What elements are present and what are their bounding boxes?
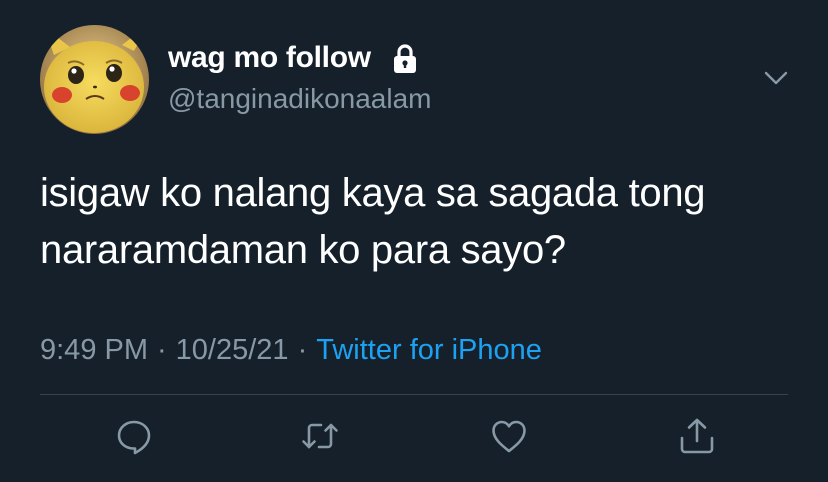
user-handle[interactable]: @tanginadikonaalam bbox=[168, 82, 431, 116]
tweet-card: wag mo follow @tanginadikonaalam isigaw … bbox=[0, 0, 828, 482]
retweet-icon bbox=[302, 423, 338, 449]
tweet-text: isigaw ko nalang kaya sa sagada tong nar… bbox=[40, 165, 800, 279]
comment-icon bbox=[117, 420, 151, 455]
share-icon bbox=[680, 418, 714, 454]
meta-separator: · bbox=[157, 334, 167, 366]
share-button[interactable] bbox=[677, 416, 717, 456]
tweet-text-line: isigaw ko nalang kaya sa sagada tong bbox=[40, 171, 706, 215]
tweet-time[interactable]: 9:49 PM bbox=[40, 334, 148, 366]
like-button[interactable] bbox=[489, 416, 529, 456]
meta-separator: · bbox=[297, 334, 308, 366]
tweet-source-link[interactable]: Twitter for iPhone bbox=[316, 334, 542, 366]
avatar[interactable] bbox=[40, 25, 149, 134]
divider bbox=[40, 394, 788, 395]
reply-button[interactable] bbox=[114, 416, 154, 456]
heart-icon bbox=[492, 420, 526, 453]
retweet-button[interactable] bbox=[300, 416, 340, 456]
lock-icon bbox=[394, 44, 416, 73]
chevron-down-icon[interactable] bbox=[762, 64, 790, 92]
tweet-text-line: nararamdaman ko para sayo? bbox=[40, 228, 566, 272]
tweet-meta: 9:49 PM · 10/25/21 · Twitter for iPhone bbox=[40, 331, 542, 369]
tweet-date[interactable]: 10/25/21 bbox=[176, 334, 289, 366]
display-name[interactable]: wag mo follow bbox=[168, 40, 371, 76]
